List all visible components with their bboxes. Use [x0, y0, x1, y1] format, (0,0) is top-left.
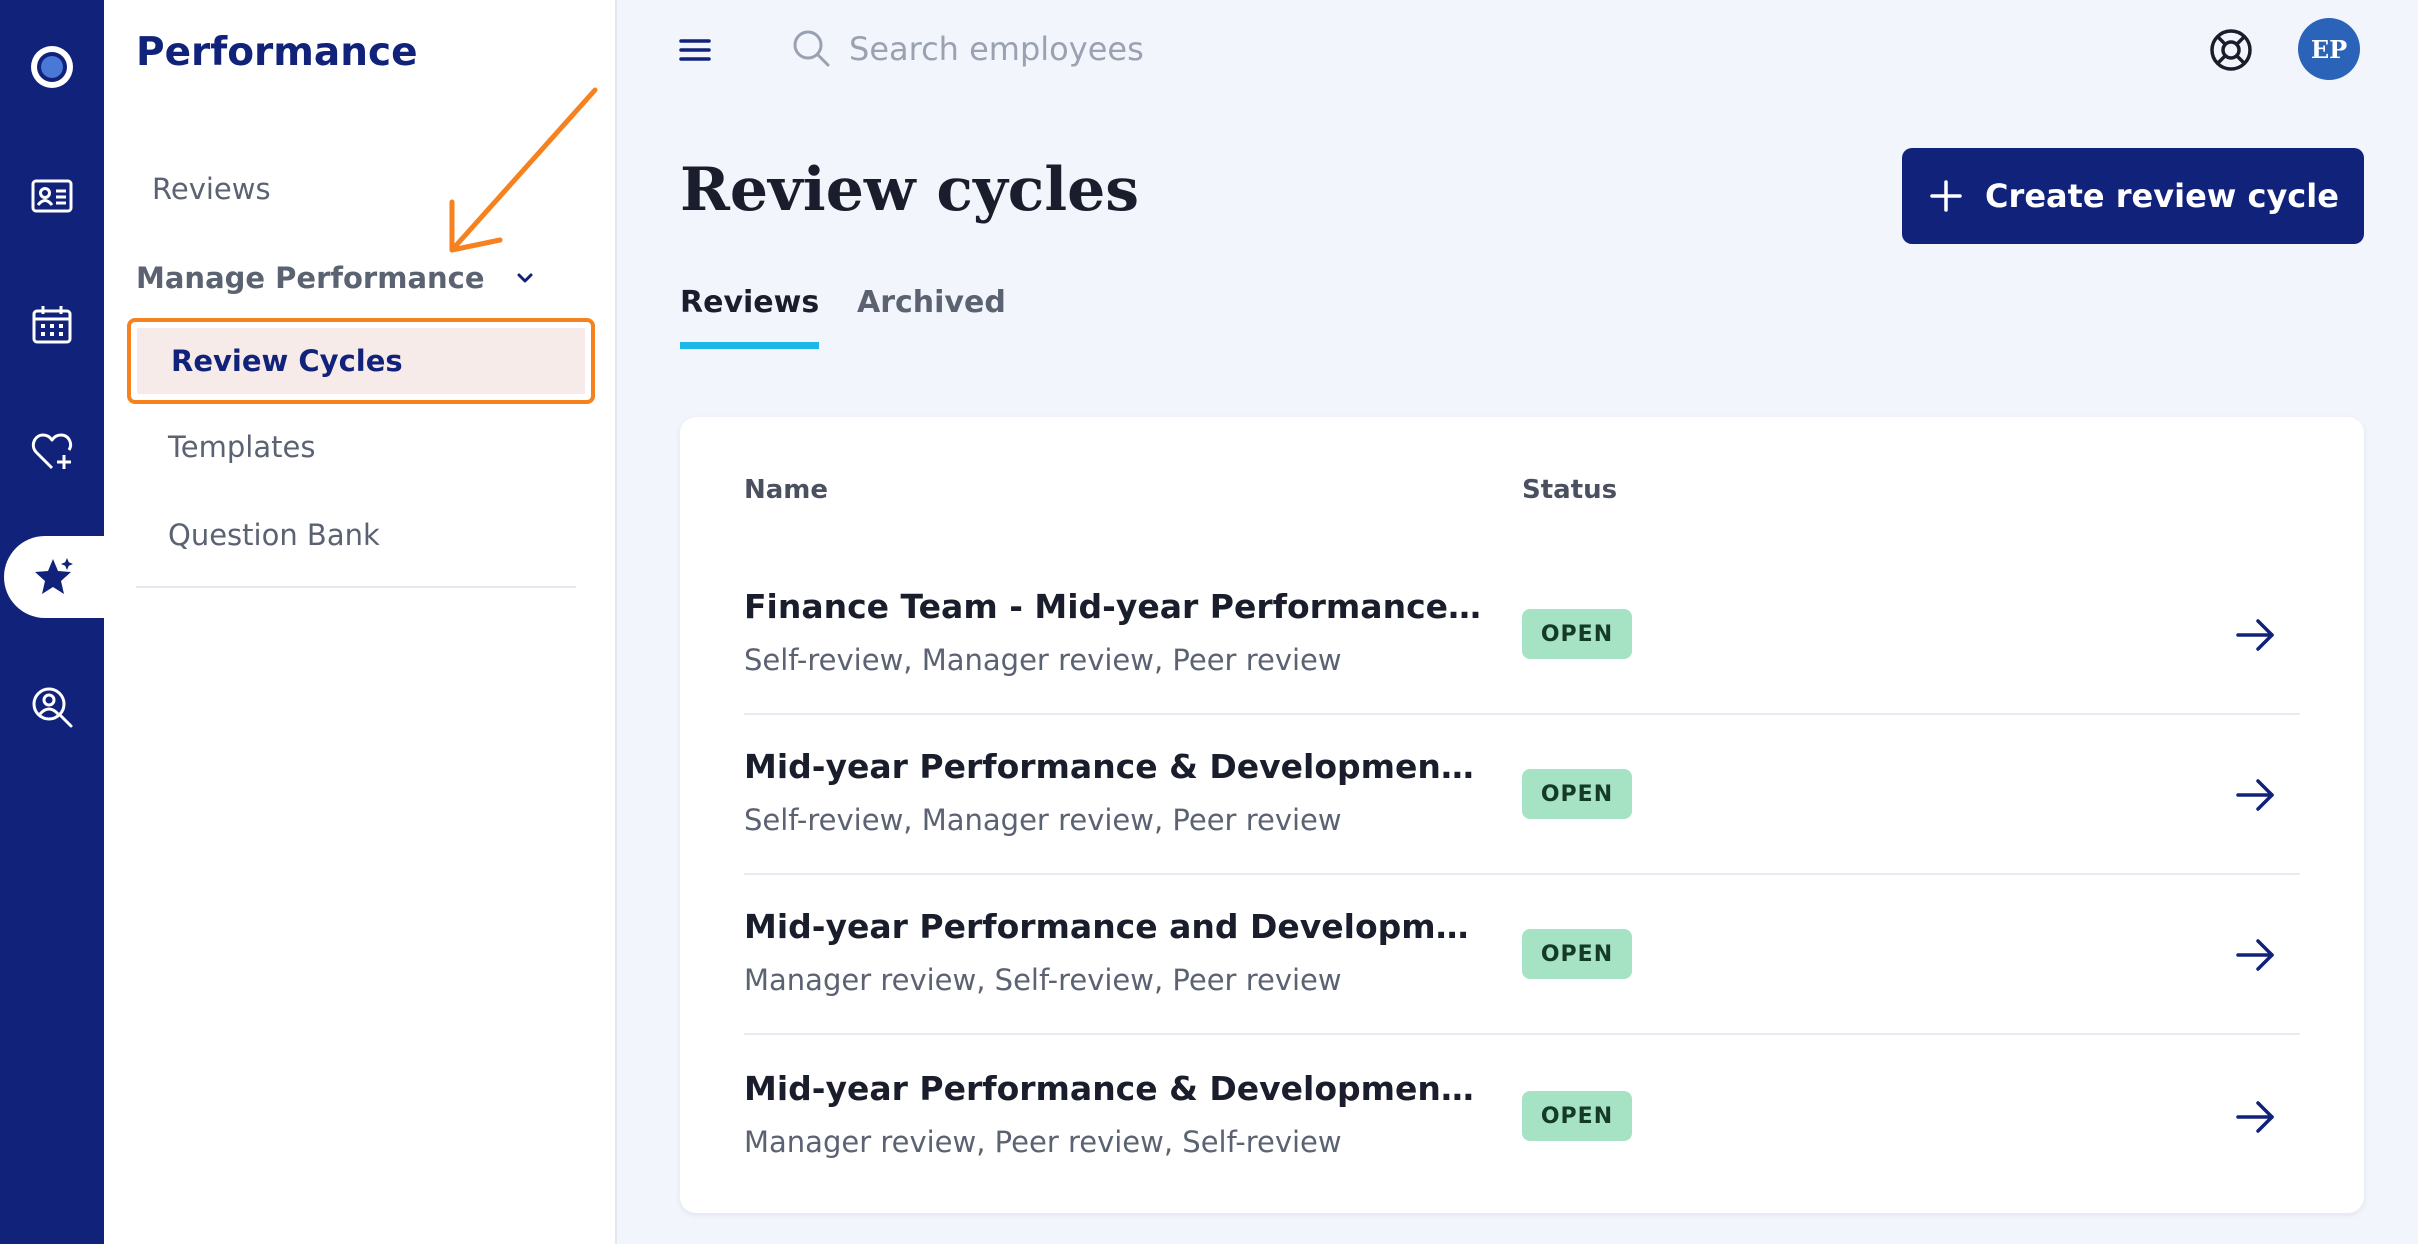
table-row[interactable]: Mid-year Performance and Development... …	[744, 875, 2300, 1035]
tab-reviews[interactable]: Reviews	[680, 285, 820, 349]
arrow-right-icon[interactable]	[2234, 615, 2278, 655]
status-badge: OPEN	[1522, 1091, 1632, 1141]
row-name: Mid-year Performance and Development...	[744, 907, 1484, 946]
icon-rail	[0, 0, 104, 1244]
review-cycles-table: Name Status Finance Team - Mid-year Perf…	[680, 417, 2364, 1213]
sidebar-item-question-bank[interactable]: Question Bank	[168, 518, 380, 552]
sidebar-divider	[136, 586, 576, 588]
rail-performance-button[interactable]	[4, 536, 104, 618]
row-name: Mid-year Performance & Development Revie…	[744, 747, 1484, 786]
search-input[interactable]	[849, 22, 1449, 76]
sidebar-item-reviews[interactable]: Reviews	[152, 172, 271, 206]
arrow-right-icon[interactable]	[2234, 1097, 2278, 1137]
plus-icon	[1930, 180, 1962, 212]
directory-icon	[31, 179, 73, 213]
rail-home-button[interactable]	[0, 22, 104, 112]
create-review-cycle-button[interactable]: Create review cycle	[1902, 148, 2364, 244]
row-review-types: Manager review, Peer review, Self-review	[744, 1125, 1342, 1159]
benefits-icon	[31, 433, 73, 470]
row-review-types: Manager review, Self-review, Peer review	[744, 963, 1342, 997]
top-bar: EP	[617, 0, 2418, 100]
annotation-arrow-icon	[449, 87, 598, 253]
search-people-icon	[32, 687, 73, 728]
rail-directory-button[interactable]	[0, 151, 104, 241]
arrow-right-icon[interactable]	[2234, 935, 2278, 975]
tab-archived[interactable]: Archived	[857, 285, 1006, 342]
table-row[interactable]: Finance Team - Mid-year Performance and …	[744, 555, 2300, 715]
help-lifebuoy-icon[interactable]	[2207, 26, 2255, 74]
home-icon	[31, 46, 73, 88]
sidebar-title: Performance	[136, 30, 418, 75]
sidebar-item-templates[interactable]: Templates	[168, 430, 315, 464]
sidebar-item-review-cycles-highlight: Review Cycles	[127, 318, 595, 404]
column-header-status: Status	[1522, 475, 1618, 505]
sidebar-item-review-cycles[interactable]: Review Cycles	[137, 328, 585, 394]
table-row[interactable]: Mid-year Performance & Development Revie…	[744, 1037, 2300, 1197]
table-row[interactable]: Mid-year Performance & Development Revie…	[744, 715, 2300, 875]
page-title: Review cycles	[680, 155, 1140, 225]
arrow-right-icon[interactable]	[2234, 775, 2278, 815]
calendar-icon	[32, 306, 72, 344]
status-badge: OPEN	[1522, 929, 1632, 979]
status-badge: OPEN	[1522, 609, 1632, 659]
rail-benefits-button[interactable]	[0, 406, 104, 496]
row-name: Mid-year Performance & Development Revie…	[744, 1069, 1484, 1108]
app: Performance Reviews Manage Performance R…	[0, 0, 2418, 1244]
user-avatar[interactable]: EP	[2298, 18, 2360, 80]
rail-search-people-button[interactable]	[0, 662, 104, 752]
row-review-types: Self-review, Manager review, Peer review	[744, 643, 1342, 677]
row-review-types: Self-review, Manager review, Peer review	[744, 803, 1342, 837]
performance-icon	[35, 558, 73, 594]
create-review-cycle-label: Create review cycle	[1985, 177, 2339, 215]
status-badge: OPEN	[1522, 769, 1632, 819]
column-header-name: Name	[744, 475, 829, 505]
search-icon	[793, 30, 830, 67]
hamburger-menu-icon[interactable]	[675, 30, 715, 70]
row-name: Finance Team - Mid-year Performance and …	[744, 587, 1484, 626]
rail-calendar-button[interactable]	[0, 280, 104, 370]
